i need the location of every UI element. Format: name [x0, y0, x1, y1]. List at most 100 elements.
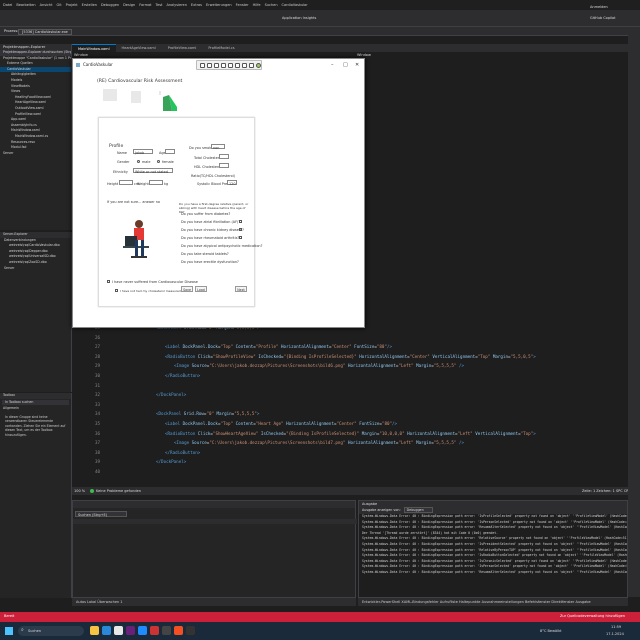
- menu-item[interactable]: Debuggen: [101, 3, 119, 7]
- arthritis-checkbox[interactable]: [239, 236, 242, 239]
- menu-item[interactable]: Fenster: [236, 3, 249, 7]
- run-target-button[interactable]: Application Insights: [282, 16, 316, 20]
- menu-item[interactable]: Suchen: [265, 3, 278, 7]
- menu-item[interactable]: Bearbeiten: [16, 3, 35, 7]
- taskbar-app-icon[interactable]: [90, 626, 99, 635]
- taskbar-app-icon[interactable]: [126, 626, 135, 635]
- smoke-select[interactable]: non: [211, 144, 225, 150]
- code-line[interactable]: </DockPanel>: [156, 392, 186, 397]
- heartage-icon[interactable]: [131, 91, 141, 103]
- autos-search-input[interactable]: Suchen (Strg+E): [75, 511, 127, 517]
- taskbar-app-icon[interactable]: [162, 626, 171, 635]
- document-tab[interactable]: MainWindow.xaml: [72, 44, 116, 52]
- live-tool-icon[interactable]: [235, 63, 240, 68]
- code-line[interactable]: <Label DockPanel.Dock="Top" Content="Pro…: [165, 344, 392, 349]
- gender-male-radio[interactable]: [137, 160, 140, 163]
- output-source-select[interactable]: Debuggen: [403, 507, 433, 513]
- menu-item[interactable]: Format: [139, 3, 151, 7]
- code-line[interactable]: <DockPanel Grid.Row="0" Margin="5,5,5,5"…: [156, 411, 259, 416]
- gender-female-radio[interactable]: [157, 160, 160, 163]
- menu-item[interactable]: Hilfe: [253, 3, 261, 7]
- taskbar-time[interactable]: 11:59: [611, 625, 621, 629]
- live-tool-icon[interactable]: [228, 63, 233, 68]
- account-button[interactable]: Anmelden: [590, 5, 608, 9]
- windows-start-icon[interactable]: [5, 627, 13, 635]
- load-button[interactable]: Load: [195, 286, 207, 292]
- document-tab[interactable]: HeartAgeView.xaml: [116, 44, 162, 52]
- weight-input[interactable]: [149, 180, 163, 185]
- live-tool-icon[interactable]: [207, 63, 212, 68]
- zoom-level[interactable]: 100 %: [74, 489, 85, 493]
- server-item[interactable]: Server: [0, 266, 71, 272]
- code-line[interactable]: <Label DockPanel.Dock="Top" Content="Hea…: [165, 421, 397, 426]
- toolbox-search[interactable]: In Toolbox suchen: [2, 399, 69, 406]
- menu-item[interactable]: Erstellen: [82, 3, 97, 7]
- document-tab[interactable]: ProfileView.xaml: [162, 44, 203, 52]
- age-input[interactable]: [165, 149, 175, 154]
- live-tool-icon[interactable]: [221, 63, 226, 68]
- taskbar-app-icon[interactable]: [138, 626, 147, 635]
- cholesterol-input[interactable]: [219, 154, 229, 159]
- menu-item[interactable]: Extras: [191, 3, 202, 7]
- menu-item[interactable]: Datei: [3, 3, 12, 7]
- ethnicity-label: Ethnicity: [113, 170, 128, 174]
- taskbar-app-icon[interactable]: [114, 626, 123, 635]
- solution-search[interactable]: Projektmappen-Explorer durchsuchen (Strg…: [0, 50, 71, 56]
- menu-item[interactable]: Design: [123, 3, 135, 7]
- menu-item[interactable]: Projekt: [66, 3, 78, 7]
- close-icon[interactable]: ✕: [355, 62, 359, 68]
- live-tool-icon[interactable]: [200, 63, 205, 68]
- menu-item[interactable]: Git: [57, 3, 62, 7]
- live-tool-icon[interactable]: [242, 63, 247, 68]
- process-select[interactable]: [5336] CardioVaskular.exe: [18, 29, 72, 35]
- ethnicity-select[interactable]: White or not stated: [133, 168, 173, 174]
- menu-item[interactable]: CardioVaskular: [282, 3, 308, 7]
- live-tool-icon[interactable]: [249, 63, 254, 68]
- name-input[interactable]: Jakob: [133, 149, 153, 155]
- code-line[interactable]: </RadioButton>: [165, 373, 200, 378]
- minimize-icon[interactable]: –: [331, 62, 334, 68]
- live-tool-icon[interactable]: [214, 63, 219, 68]
- taskbar-app-icon[interactable]: [186, 626, 195, 635]
- af-checkbox[interactable]: [239, 220, 242, 223]
- menu-item[interactable]: Test: [156, 3, 163, 7]
- food-icon[interactable]: [159, 95, 177, 111]
- code-line[interactable]: </RadioButton>: [165, 450, 200, 455]
- weather-widget[interactable]: 8°C Bewölkt: [540, 629, 561, 633]
- document-tab[interactable]: ProfileModel.cs: [202, 44, 240, 52]
- menu-item[interactable]: Ansicht: [40, 3, 53, 7]
- output-text[interactable]: System.Windows.Data Error: 40 : BindingE…: [359, 514, 627, 576]
- issues-indicator[interactable]: Keine Probleme gefunden: [96, 489, 141, 493]
- editor-scope-left[interactable]: Window: [74, 53, 88, 57]
- menu-item[interactable]: Erweiterungen: [206, 3, 232, 7]
- copilot-button[interactable]: GitHub Copilot: [590, 16, 616, 20]
- code-line[interactable]: </DockPanel>: [156, 459, 186, 464]
- code-line[interactable]: <Image Source="C:\Users\jakob.dezzap\Pic…: [174, 440, 464, 445]
- taskbar-app-icon[interactable]: [174, 626, 183, 635]
- kidney-checkbox[interactable]: [239, 228, 242, 231]
- live-tool-icon[interactable]: [256, 63, 261, 68]
- next-button[interactable]: Next: [235, 286, 247, 292]
- code-line[interactable]: <RadioButton Click="ShowHeartAgeView" Is…: [165, 431, 536, 436]
- debug-tabs-right[interactable]: Entwickler-PowerShell XAML-Bindungsfehle…: [358, 598, 628, 606]
- taskbar-date[interactable]: 17.1.2024: [606, 632, 624, 636]
- maximize-icon[interactable]: □: [343, 62, 348, 68]
- height-input[interactable]: [119, 180, 133, 185]
- systolic-input[interactable]: 120: [227, 180, 237, 186]
- source-control-button[interactable]: Zur Quellcodeverwaltung hinzufügen: [560, 614, 625, 618]
- never-cvd-checkbox[interactable]: [107, 280, 110, 283]
- solution-item[interactable]: Server: [0, 151, 71, 157]
- save-button[interactable]: Save: [181, 286, 193, 292]
- xaml-live-toolbar[interactable]: [196, 60, 262, 70]
- hdl-input[interactable]: [219, 163, 229, 168]
- debug-tabs-left[interactable]: Autos Lokal Überwachen 1: [72, 598, 356, 606]
- editor-scope-right[interactable]: Window: [357, 53, 371, 57]
- code-line[interactable]: <Image Source="C:\Users\jakob.dezzap\Pic…: [174, 363, 464, 368]
- heart-icon[interactable]: [103, 89, 117, 101]
- taskbar-search[interactable]: ⌕ Suchen: [18, 626, 84, 636]
- code-line[interactable]: <RadioButton Click="ShowProfileView" IsC…: [165, 354, 536, 359]
- no-cholesterol-checkbox[interactable]: [115, 289, 118, 292]
- taskbar-app-icon[interactable]: [150, 626, 159, 635]
- menu-item[interactable]: Analysieren: [166, 3, 186, 7]
- taskbar-app-icon[interactable]: [102, 626, 111, 635]
